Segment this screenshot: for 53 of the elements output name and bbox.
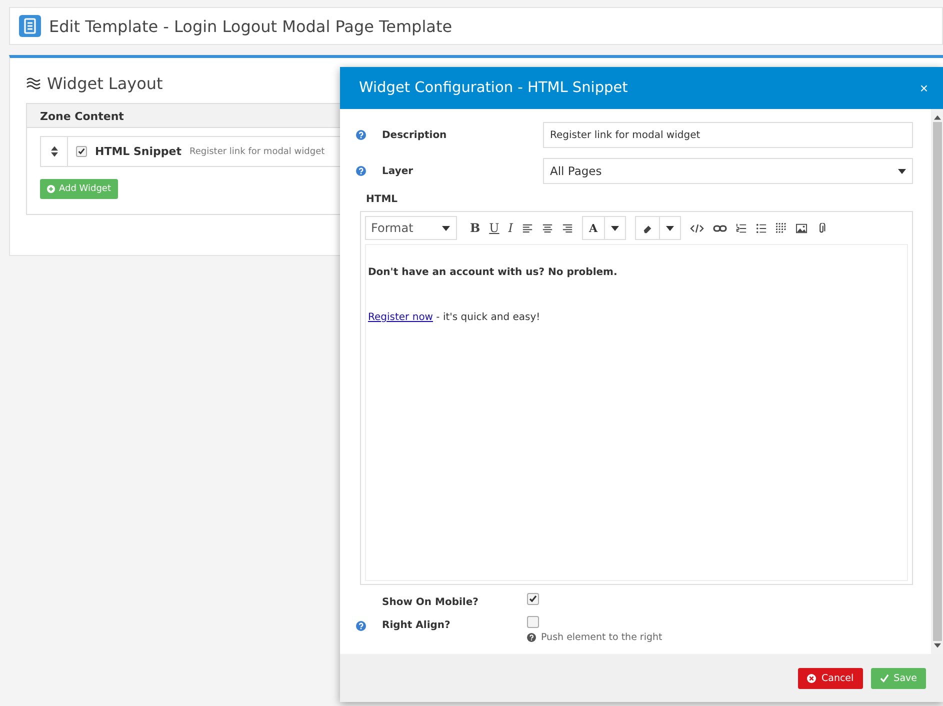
cancel-button[interactable]: Cancel [798,668,863,688]
image-icon[interactable] [796,222,807,234]
editor-area[interactable]: Don't have an account with us? No problem. Register now - it's quick and easy! [365,244,908,581]
right-align-hint: Push element to the right [541,632,662,643]
description-field[interactable]: Register link for modal widget [543,122,913,148]
caret-icon[interactable] [666,226,674,230]
caret-icon[interactable] [442,226,450,230]
widget-name: HTML Snippet [95,145,182,158]
panel-title: Widget Layout [47,74,163,93]
numbered-list-icon[interactable] [736,222,747,234]
scroll-down-icon[interactable] [934,643,940,648]
table-icon[interactable] [776,222,787,234]
sort-icon[interactable] [50,146,58,157]
document-icon [19,15,41,37]
show-on-mobile-checkbox[interactable] [527,593,539,605]
html-label: HTML [366,194,399,205]
link-icon[interactable] [712,222,727,234]
italic-button[interactable]: I [508,221,514,235]
right-align-label: Right Align? [382,620,452,631]
font-color-button[interactable]: A [582,216,626,240]
help-icon[interactable] [356,130,366,140]
scroll-up-icon[interactable] [934,115,940,120]
help-icon[interactable] [356,621,366,631]
align-left-icon[interactable] [522,222,534,234]
layer-label: Layer [382,166,414,176]
show-on-mobile-label: Show On Mobile? [382,597,480,608]
modal-title: Widget Configuration - HTML Snippet [359,80,628,96]
caret-icon[interactable] [898,168,906,174]
widget-description: Register link for modal widget [190,146,325,156]
scrollbar[interactable] [931,109,943,654]
help-icon [527,633,536,642]
checkmark-icon[interactable] [880,674,889,682]
widget-checkbox[interactable] [76,146,87,157]
align-center-icon[interactable] [542,222,554,234]
underline-button[interactable]: U [489,221,500,235]
editor-heading: Don't have an account with us? No problem. [368,267,618,278]
bullet-list-icon[interactable] [756,222,767,234]
close-button[interactable]: × [916,80,931,96]
layer-dropdown[interactable]: All Pages [543,158,913,184]
page-title: Edit Template - Login Logout Modal Page Template [49,16,452,36]
bold-button[interactable]: B [470,221,480,235]
editor-text: - it's quick and easy! [435,312,540,323]
description-label: Description [382,130,448,140]
help-icon[interactable] [356,166,366,176]
caret-icon[interactable] [610,226,619,230]
register-link[interactable]: Register now [368,312,433,323]
close-circle-icon[interactable] [807,674,816,682]
code-icon[interactable] [690,222,704,234]
format-dropdown[interactable]: Format [365,216,457,240]
align-right-icon[interactable] [562,222,574,234]
highlight-button[interactable] [634,216,681,240]
waves-icon [26,77,41,90]
right-align-checkbox[interactable] [527,616,539,628]
